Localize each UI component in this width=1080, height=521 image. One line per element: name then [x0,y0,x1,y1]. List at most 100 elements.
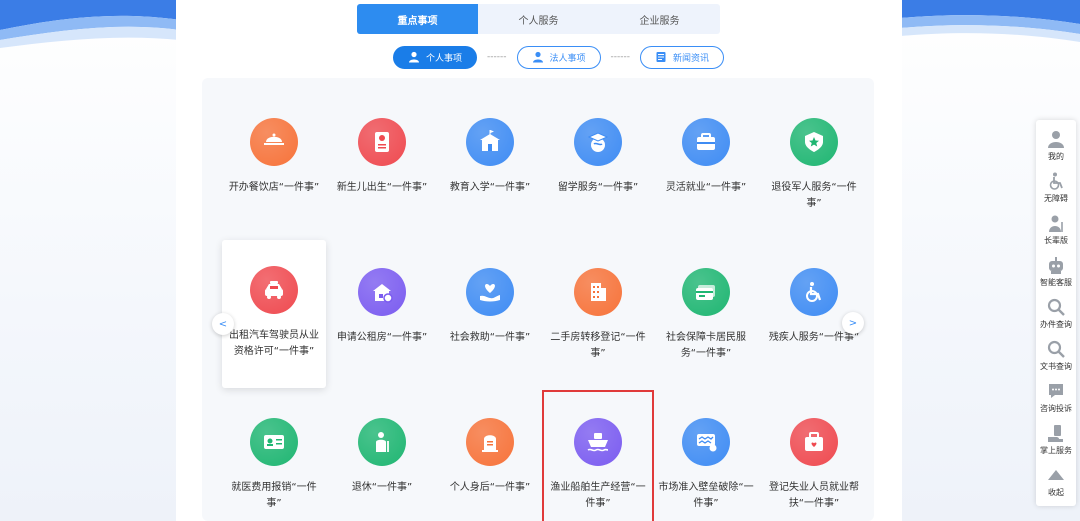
document-search-icon [1046,339,1066,359]
service-card[interactable]: 二手房转移登记“一件事” [544,242,652,392]
service-card[interactable]: 退役军人服务“一件事” [760,92,868,242]
briefcase-icon [682,118,730,166]
sidebar-item-user[interactable]: 我的 [1036,124,1076,166]
service-card[interactable]: 教育入学“一件事” [436,92,544,242]
sidebar-item-collapse-up[interactable]: 收起 [1036,460,1076,502]
service-label: 个人身后“一件事” [449,482,531,493]
service-label: 社会救助“一件事” [449,332,531,343]
service-label: 就医费用报销“一件事” [231,482,317,509]
service-label: 市场准入壁垒破除“一件事” [658,482,754,509]
news-icon [655,51,667,63]
military-badge-icon [790,118,838,166]
service-card[interactable]: 渔业船舶生产经营“一件事” [542,390,654,521]
elderly-person-icon [358,418,406,466]
user-icon [1046,129,1066,149]
right-wave-decoration [900,0,1080,60]
sidebar-item-label: 智能客服 [1040,277,1072,287]
market-barrier-icon [682,418,730,466]
sidebar-item-elder-mode[interactable]: 长辈版 [1036,208,1076,250]
category-tabs: 重点事项 个人服务 企业服务 [357,4,720,34]
service-card[interactable]: 社会救助“一件事” [436,242,544,392]
separator: ------ [487,52,507,62]
service-label: 二手房转移登记“一件事” [550,332,646,359]
elder-mode-icon [1046,213,1066,233]
tab-enterprise-services[interactable]: 企业服务 [599,4,720,34]
service-label: 社会保障卡居民服务“一件事” [666,332,746,359]
subtab-news-label: 新闻资讯 [673,53,710,64]
public-housing-icon [358,268,406,316]
collapse-up-icon [1046,465,1066,485]
service-card[interactable]: 登记失业人员就业帮扶“一件事” [760,392,868,521]
service-card[interactable]: 开办餐饮店“一件事” [220,92,328,242]
graduation-globe-icon [574,118,622,166]
medical-kit-icon [790,418,838,466]
sidebar-item-label: 办件查询 [1040,319,1072,329]
service-card[interactable]: 个人身后“一件事” [436,392,544,521]
wheelchair-icon [790,268,838,316]
service-card[interactable]: 社会保障卡居民服务“一件事” [652,242,760,392]
helping-hand-heart-icon [466,268,514,316]
service-label: 新生儿出生“一件事” [336,182,428,193]
service-label: 开办餐饮店“一件事” [228,182,320,193]
person-icon [408,51,420,63]
fishing-ship-icon [574,418,622,466]
right-sidebar: 我的无障碍长辈版智能客服办件查询文书查询咨询投诉掌上服务收起 [1036,120,1076,506]
sidebar-item-document-search[interactable]: 文书查询 [1036,334,1076,376]
school-building-icon [466,118,514,166]
service-label: 申请公租房“一件事” [336,332,428,343]
service-card[interactable]: 市场准入壁垒破除“一件事” [652,392,760,521]
separator: ------ [610,52,631,62]
service-label: 出租汽车驾驶员从业资格许可“一件事” [229,330,319,357]
search-icon [1046,297,1066,317]
sidebar-item-label: 长辈版 [1044,235,1068,245]
service-card[interactable]: 申请公租房“一件事” [328,242,436,392]
left-background [0,0,180,521]
service-card[interactable]: 就医费用报销“一件事” [220,392,328,521]
sidebar-item-search[interactable]: 办件查询 [1036,292,1076,334]
sidebar-item-label: 收起 [1048,487,1064,497]
tab-key-matters[interactable]: 重点事项 [357,4,478,34]
service-label: 灵活就业“一件事” [665,182,747,193]
dining-cloche-icon [250,118,298,166]
sidebar-item-label: 掌上服务 [1040,445,1072,455]
medical-card-icon [250,418,298,466]
chat-bubble-icon [1046,381,1066,401]
left-wave-decoration [0,0,180,60]
service-label: 教育入学“一件事” [449,182,531,193]
service-label: 渔业船舶生产经营“一件事” [550,482,646,509]
social-security-card-icon [682,268,730,316]
tombstone-icon [466,418,514,466]
sidebar-item-chat-bubble[interactable]: 咨询投诉 [1036,376,1076,418]
subtab-personal-matters[interactable]: 个人事项 [393,45,478,69]
services-grid-area: 开办餐饮店“一件事” 新生儿出生“一件事” 教育入学“一件事” 留学服务“一件事” 灵活… [202,78,874,521]
sidebar-item-label: 文书查询 [1040,361,1072,371]
service-label: 退役军人服务“一件事” [771,182,857,209]
subtab-legal-matters[interactable]: 法人事项 [516,45,601,69]
service-card[interactable]: 出租汽车驾驶员从业资格许可“一件事” [222,240,326,388]
prev-arrow-button[interactable]: < [212,313,234,335]
service-card[interactable]: 留学服务“一件事” [544,92,652,242]
mobile-hand-icon [1046,423,1066,443]
sub-tabs: 个人事项 ------ 法人事项 ------ 新闻资讯 [393,45,725,69]
service-card[interactable]: 退休“一件事” [328,392,436,521]
sidebar-item-label: 咨询投诉 [1040,403,1072,413]
apartment-building-icon [574,268,622,316]
subtab-news[interactable]: 新闻资讯 [640,45,725,69]
accessibility-icon [1046,171,1066,191]
sidebar-item-mobile-hand[interactable]: 掌上服务 [1036,418,1076,460]
birth-certificate-icon [358,118,406,166]
service-label: 退休“一件事” [351,482,413,493]
sidebar-item-accessibility[interactable]: 无障碍 [1036,166,1076,208]
legal-person-icon [532,51,544,63]
service-card[interactable]: 灵活就业“一件事” [652,92,760,242]
service-label: 留学服务“一件事” [557,182,639,193]
service-card[interactable]: 新生儿出生“一件事” [328,92,436,242]
tab-personal-services[interactable]: 个人服务 [478,4,599,34]
sidebar-item-label: 无障碍 [1044,193,1068,203]
service-label: 登记失业人员就业帮扶“一件事” [769,482,859,509]
subtab-personal-label: 个人事项 [426,53,463,64]
next-arrow-button[interactable]: > [842,312,864,334]
sidebar-item-robot-service[interactable]: 智能客服 [1036,250,1076,292]
subtab-legal-label: 法人事项 [549,53,586,64]
sidebar-item-label: 我的 [1048,151,1064,161]
